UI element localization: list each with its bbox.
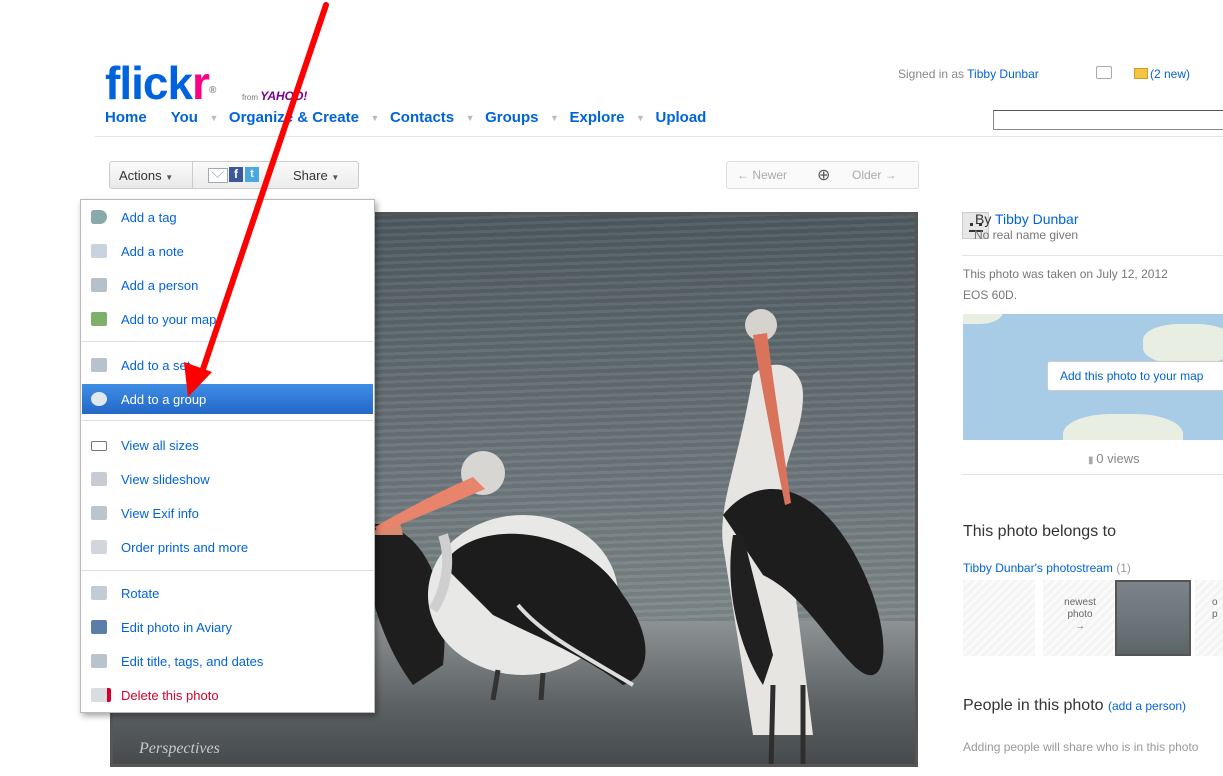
annotation-arrow bbox=[184, 2, 329, 397]
